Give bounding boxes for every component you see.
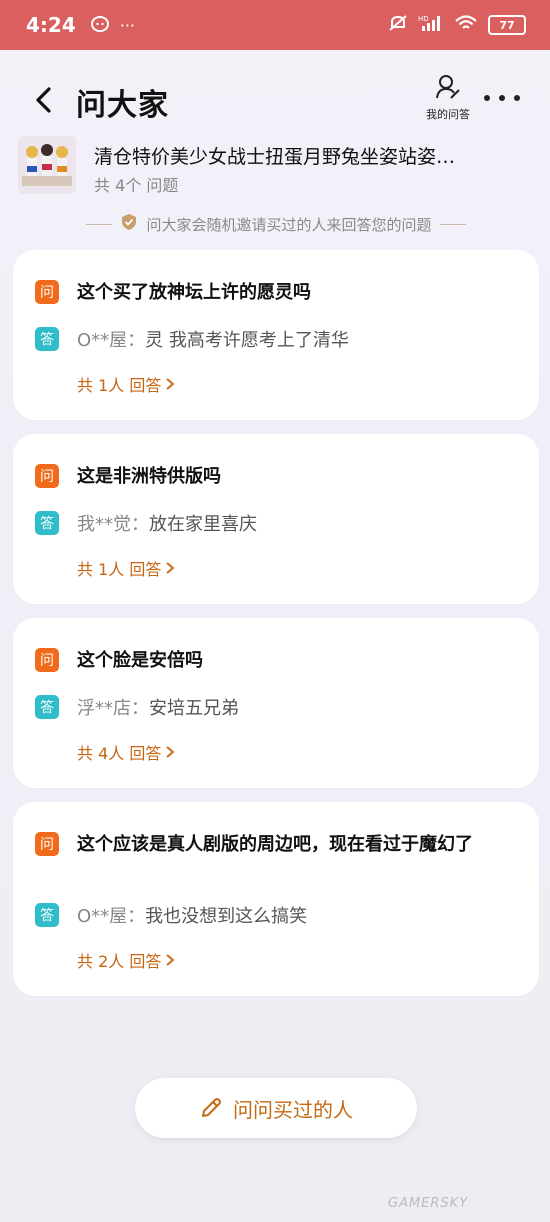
pencil-icon [202,1098,221,1117]
answer-row: 答 O**屋：我也没想到这么搞笑 [35,902,307,928]
question-text: 这个买了放神坛上许的愿灵吗 [77,282,311,303]
answer-row: 答 O**屋：灵 我高考许愿考上了清华 [35,326,349,352]
chevron-right-icon [166,562,175,574]
more-notifications-icon: ··· [119,15,136,35]
question-row: 问 这个买了放神坛上许的愿灵吗 [35,280,515,306]
page-header: 问大家 我的问答 [0,70,550,130]
question-badge: 问 [35,832,59,856]
question-row: 问 这是非洲特供版吗 [35,464,515,490]
ask-buyers-button[interactable]: 问问买过的人 [135,1078,417,1138]
network-label: HD [418,15,429,23]
more-options-button[interactable] [484,86,520,110]
signal-icon: HD [418,14,444,36]
my-qa-button[interactable]: 我的问答 [420,74,476,122]
page-title: 问大家 [76,88,169,123]
answer-badge: 答 [35,511,59,535]
divider [86,223,113,225]
question-text: 这个脸是安倍吗 [77,650,203,671]
chevron-right-icon [166,954,175,966]
question-row: 问 这个应该是真人剧版的周边吧，现在看过于魔幻了 [35,832,515,858]
answer-row: 答 浮**店：安培五兄弟 [35,694,239,720]
product-title: 清仓特价美少女战士扭蛋月野兔坐姿站姿… [94,146,456,168]
question-badge: 问 [35,464,59,488]
answer-count-label: 共 2人 回答 [77,952,162,971]
product-info[interactable]: 清仓特价美少女战士扭蛋月野兔坐姿站姿… 共 4个 问题 [18,136,538,196]
answer-count-link[interactable]: 共 1人 回答 [77,556,175,580]
question-text: 这是非洲特供版吗 [77,466,221,487]
more-dot [484,95,490,101]
qa-card[interactable]: 问 这是非洲特供版吗 答 我**觉：放在家里喜庆 共 1人 回答 [13,434,539,604]
chevron-right-icon [166,746,175,758]
qa-card[interactable]: 问 这个买了放神坛上许的愿灵吗 答 O**屋：灵 我高考许愿考上了清华 共 1人… [13,250,539,420]
mute-icon [388,14,408,36]
question-row: 问 这个脸是安倍吗 [35,648,515,674]
answer-text: 安培五兄弟 [149,698,239,719]
status-time: 4:24 [26,13,76,37]
back-button[interactable] [28,82,58,118]
my-qa-label: 我的问答 [426,108,470,121]
ask-buyers-label: 问问买过的人 [233,1097,353,1122]
answer-badge: 答 [35,903,59,927]
invite-notice: 问大家会随机邀请买过的人来回答您的问题 [56,212,496,236]
product-thumbnail [18,136,76,194]
qa-card[interactable]: 问 这个应该是真人剧版的周边吧，现在看过于魔幻了 答 O**屋：我也没想到这么搞… [13,802,539,996]
battery-indicator: 77 [488,15,526,35]
answer-text: 放在家里喜庆 [149,514,257,535]
answer-count-label: 共 1人 回答 [77,376,162,395]
answer-badge: 答 [35,695,59,719]
status-bar: 4:24 ··· HD 77 [0,0,550,50]
answer-user: O**屋： [77,906,146,927]
answer-count-label: 共 4人 回答 [77,744,162,763]
answer-row: 答 我**觉：放在家里喜庆 [35,510,257,536]
notice-text: 问大家会随机邀请买过的人来回答您的问题 [146,215,432,234]
question-count: 共 4个 问题 [94,176,179,195]
question-badge: 问 [35,280,59,304]
question-text: 这个应该是真人剧版的周边吧，现在看过于魔幻了 [77,834,473,855]
chevron-left-icon [36,87,51,113]
watermark: GAMERSKY [388,1196,469,1211]
answer-count-label: 共 1人 回答 [77,560,162,579]
answer-text: 我也没想到这么搞笑 [145,906,308,927]
wifi-icon [454,14,478,36]
verified-shield-icon [120,213,138,235]
pig-icon [90,14,110,36]
answer-count-link[interactable]: 共 4人 回答 [77,740,175,764]
answer-user: 浮**店： [77,698,149,719]
answer-count-link[interactable]: 共 2人 回答 [77,948,175,972]
answer-badge: 答 [35,327,59,351]
answer-user: O**屋： [77,330,146,351]
answer-count-link[interactable]: 共 1人 回答 [77,372,175,396]
question-badge: 问 [35,648,59,672]
answer-user: 我**觉： [77,514,149,535]
answer-text: 灵 我高考许愿考上了清华 [145,330,349,351]
divider [439,223,466,225]
qa-card[interactable]: 问 这个脸是安倍吗 答 浮**店：安培五兄弟 共 4人 回答 [13,618,539,788]
chevron-right-icon [166,378,175,390]
my-qa-icon [436,75,460,99]
more-dot [514,95,520,101]
more-dot [499,95,505,101]
